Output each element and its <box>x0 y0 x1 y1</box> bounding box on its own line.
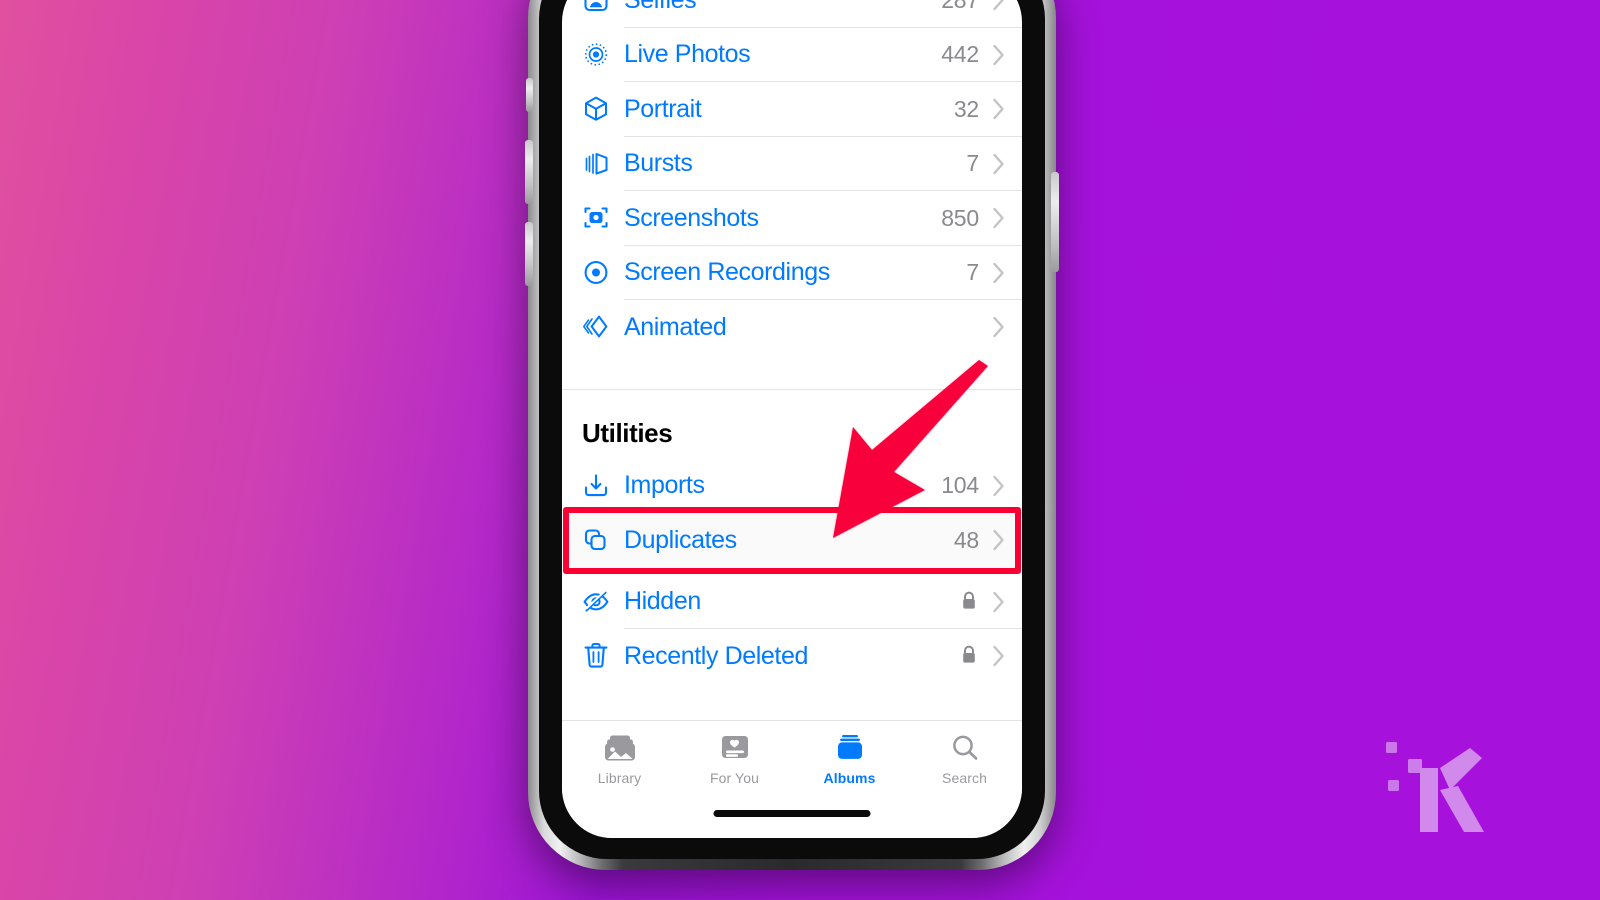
item-count: 7 <box>966 150 979 177</box>
list-item-label: Animated <box>624 312 727 341</box>
selfie-person-icon <box>582 0 624 15</box>
list-item-label: Bursts <box>624 149 693 178</box>
chevron-right-icon <box>993 530 1004 551</box>
list-item-screenshots[interactable]: Screenshots 850 <box>562 191 1022 246</box>
tab-library[interactable]: Library <box>562 733 677 786</box>
list-item-imports[interactable]: Imports 104 <box>562 459 1022 513</box>
duplicates-icon <box>582 525 624 555</box>
item-count: 287 <box>941 0 979 14</box>
list-item-screen-recordings[interactable]: Screen Recordings 7 <box>562 246 1022 300</box>
list-item-label: Selfies <box>624 0 697 15</box>
duplicates-highlight-wrapper: Duplicates 48 <box>562 507 1022 574</box>
list-item-label: Screenshots <box>624 203 759 232</box>
list-item-selfies[interactable]: Selfies 287 <box>562 0 1022 28</box>
tab-search[interactable]: Search <box>907 733 1022 786</box>
albums-media-types-list: Videos 504 Selfies 287 <box>562 0 1022 684</box>
tab-label: Library <box>597 770 642 786</box>
item-count: 32 <box>953 95 979 122</box>
chevron-right-icon <box>993 153 1004 174</box>
tab-albums[interactable]: Albums <box>792 733 907 786</box>
iphone-device: Videos 504 Selfies 287 <box>525 0 1059 870</box>
chevron-right-icon <box>993 317 1004 338</box>
kn-logo-watermark: K <box>1386 742 1484 832</box>
list-item-label: Recently Deleted <box>624 641 808 670</box>
list-item-label: Duplicates <box>624 525 737 554</box>
screenshot-camera-icon <box>582 203 624 233</box>
list-item-label: Screen Recordings <box>624 258 830 287</box>
tab-label: Search <box>942 770 987 786</box>
list-item-live-photos[interactable]: Live Photos 442 <box>562 28 1022 82</box>
bursts-stack-icon <box>582 149 624 179</box>
photos-library-icon <box>604 735 635 761</box>
volume-up-button[interactable] <box>525 140 533 204</box>
list-item-animated[interactable]: Animated <box>562 300 1022 355</box>
list-item-label: Hidden <box>624 587 701 616</box>
mute-switch-button[interactable] <box>526 78 533 112</box>
chevron-right-icon <box>993 44 1004 65</box>
chevron-right-icon <box>993 475 1004 496</box>
item-count: 48 <box>953 526 979 553</box>
tab-for-you[interactable]: For You <box>677 733 792 786</box>
list-item-hidden[interactable]: Hidden <box>562 575 1022 629</box>
home-indicator[interactable] <box>713 810 871 817</box>
list-item-label: Imports <box>624 471 705 500</box>
list-item-label: Portrait <box>624 94 702 123</box>
item-count: 850 <box>941 204 979 231</box>
utilities-section-header: Utilities <box>582 417 673 448</box>
list-item-duplicates[interactable]: Duplicates 48 <box>562 513 1022 568</box>
power-button[interactable] <box>1051 172 1059 272</box>
chevron-right-icon <box>993 262 1004 283</box>
row-accessory: 104 <box>941 472 1006 499</box>
row-accessory: 287 <box>941 0 1006 14</box>
list-item-recently-deleted[interactable]: Recently Deleted <box>562 629 1022 684</box>
row-accessory: 442 <box>941 41 1006 68</box>
phone-screen: Videos 504 Selfies 287 <box>562 0 1022 838</box>
chevron-right-icon <box>993 591 1004 612</box>
for-you-card-icon <box>721 736 748 758</box>
chevron-right-icon <box>993 646 1004 667</box>
row-accessory <box>959 590 1006 614</box>
portrait-cube-icon <box>582 94 624 124</box>
import-tray-icon <box>582 471 624 501</box>
albums-stack-icon <box>837 735 862 759</box>
watermark-letter: K <box>1440 825 1441 827</box>
trash-icon <box>582 641 624 671</box>
lock-icon <box>963 591 975 609</box>
bottom-tab-bar: Library For You Albums Search <box>562 720 1022 838</box>
animated-chevrons-icon <box>582 312 624 342</box>
chevron-right-icon <box>993 0 1004 11</box>
item-count: 442 <box>941 41 979 68</box>
live-photo-icon <box>582 40 624 70</box>
chevron-right-icon <box>993 208 1004 229</box>
row-accessory: 48 <box>954 527 1006 554</box>
row-accessory: 32 <box>954 96 1006 123</box>
row-accessory: 7 <box>966 150 1006 177</box>
list-item-label: Live Photos <box>624 40 751 69</box>
chevron-right-icon <box>993 99 1004 120</box>
item-count: 7 <box>966 259 979 286</box>
item-count: 104 <box>941 472 979 499</box>
search-magnifier-icon <box>952 735 977 760</box>
hidden-eye-icon <box>582 587 624 617</box>
row-accessory: 7 <box>966 259 1006 286</box>
row-accessory <box>979 315 1006 339</box>
tab-label: For You <box>710 770 759 786</box>
list-item-portrait[interactable]: Portrait 32 <box>562 82 1022 137</box>
list-item-bursts[interactable]: Bursts 7 <box>562 137 1022 191</box>
row-accessory <box>959 644 1006 668</box>
row-accessory: 850 <box>941 205 1006 232</box>
lock-icon <box>963 645 975 663</box>
volume-down-button[interactable] <box>525 222 533 286</box>
tab-label: Albums <box>823 770 876 786</box>
screen-recording-icon <box>582 258 624 288</box>
